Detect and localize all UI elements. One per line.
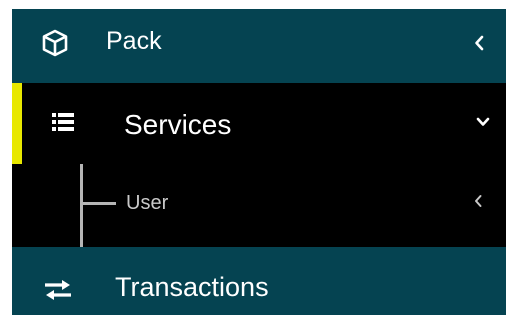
sidebar-menu: Pack Services User Transactions: [12, 9, 506, 315]
chevron-down-icon: [476, 117, 490, 126]
cube-icon: [42, 29, 68, 57]
list-icon: [52, 113, 74, 131]
chevron-left-icon: [475, 195, 482, 207]
sidebar-item-services-label: Services: [124, 109, 232, 140]
sidebar-subitem-user-label: User: [126, 192, 169, 214]
tree-line-horizontal: [80, 202, 116, 205]
sidebar-item-pack-label: Pack: [106, 27, 162, 55]
sidebar-item-transactions-label: Transactions: [115, 272, 269, 302]
sidebar-item-services[interactable]: Services: [12, 83, 506, 164]
sidebar-item-pack[interactable]: Pack: [12, 9, 506, 83]
exchange-icon: [45, 280, 71, 300]
tree-line-vertical: [80, 164, 83, 247]
chevron-left-icon: [475, 35, 484, 51]
sidebar-item-transactions[interactable]: Transactions: [12, 247, 506, 315]
sidebar-subitem-user[interactable]: User: [12, 164, 506, 247]
active-indicator: [12, 83, 22, 164]
